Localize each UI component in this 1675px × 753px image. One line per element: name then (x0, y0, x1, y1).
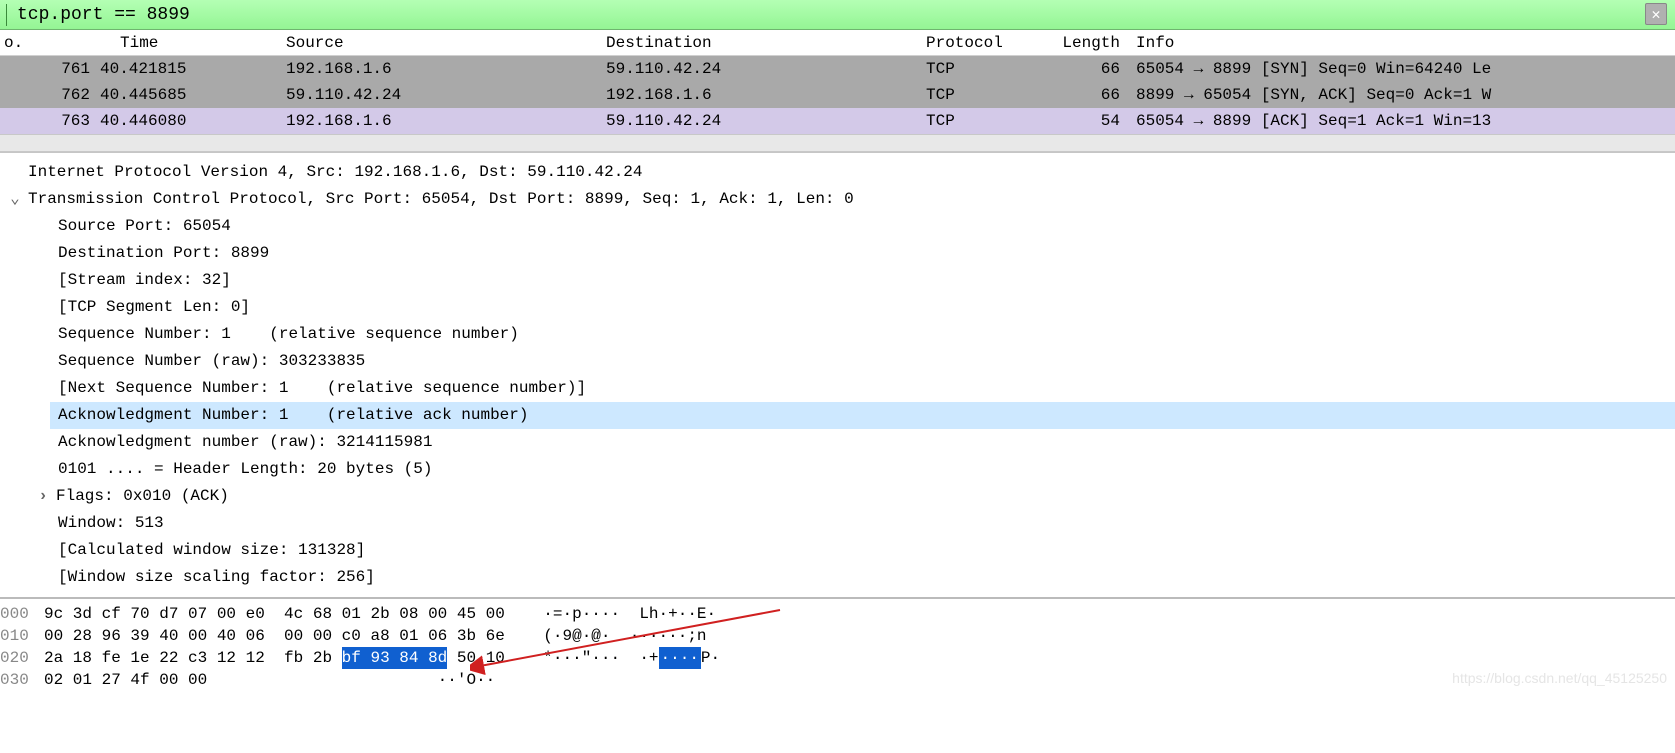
detail-field[interactable]: Destination Port: 8899 (0, 240, 1675, 267)
col-header-no[interactable]: o. (0, 34, 60, 52)
packet-bytes-pane[interactable]: 000 9c 3d cf 70 d7 07 00 e0 4c 68 01 2b … (0, 599, 1675, 691)
packet-row[interactable]: 763 40.446080 192.168.1.6 59.110.42.24 T… (0, 108, 1675, 134)
hex-bytes: 02 01 27 4f 00 00 (44, 669, 207, 691)
col-header-protocol[interactable]: Protocol (920, 34, 1040, 52)
hex-ascii: *···"··· ·+ (505, 647, 659, 669)
packet-row[interactable]: 762 40.445685 59.110.42.24 192.168.1.6 T… (0, 82, 1675, 108)
display-filter-bar[interactable]: tcp.port == 8899 ✕ (0, 0, 1675, 30)
detail-field[interactable]: Acknowledgment number (raw): 3214115981 (0, 429, 1675, 456)
hex-bytes: fb 2b (265, 647, 342, 669)
detail-field[interactable]: Sequence Number: 1 (relative sequence nu… (0, 321, 1675, 348)
cell-no: 762 (0, 86, 100, 104)
hex-bytes: 00 28 96 39 40 00 40 06 (44, 625, 265, 647)
cell-source: 192.168.1.6 (280, 112, 600, 130)
hex-offset: 020 (0, 647, 44, 669)
packet-details-pane[interactable]: Internet Protocol Version 4, Src: 192.16… (0, 152, 1675, 599)
filter-divider (6, 4, 7, 26)
packet-list-header: o. Time Source Destination Protocol Leng… (0, 30, 1675, 56)
detail-field[interactable]: [Next Sequence Number: 1 (relative seque… (0, 375, 1675, 402)
hex-offset: 000 (0, 603, 44, 625)
col-header-length[interactable]: Length (1040, 34, 1130, 52)
hex-row[interactable]: 010 00 28 96 39 40 00 40 06 00 00 c0 a8 … (0, 625, 1675, 647)
cell-source: 59.110.42.24 (280, 86, 600, 104)
cell-no: 761 (0, 60, 100, 78)
detail-field[interactable]: Source Port: 65054 (0, 213, 1675, 240)
hex-ascii: P· (701, 647, 720, 669)
detail-field[interactable]: [TCP Segment Len: 0] (0, 294, 1675, 321)
cell-protocol: TCP (920, 112, 1040, 130)
hex-offset: 010 (0, 625, 44, 647)
detail-field[interactable]: 0101 .... = Header Length: 20 bytes (5) (0, 456, 1675, 483)
cell-no: 763 (0, 112, 100, 130)
col-header-source[interactable]: Source (280, 34, 600, 52)
hex-ascii: (·9@·@· ······;n (505, 625, 707, 647)
hex-bytes-selected: bf 93 84 8d (342, 647, 448, 669)
hex-row[interactable]: 030 02 01 27 4f 00 00 ··'O·· (0, 669, 1675, 691)
cell-info: 65054 → 8899 [ACK] Seq=1 Ack=1 Win=13 (1130, 112, 1675, 130)
detail-flags[interactable]: Flags: 0x010 (ACK) (0, 483, 1675, 510)
cell-protocol: TCP (920, 86, 1040, 104)
detail-field[interactable]: [Stream index: 32] (0, 267, 1675, 294)
display-filter-text[interactable]: tcp.port == 8899 (17, 5, 190, 25)
hex-bytes: 9c 3d cf 70 d7 07 00 e0 (44, 603, 265, 625)
hex-row[interactable]: 020 2a 18 fe 1e 22 c3 12 12 fb 2b bf 93 … (0, 647, 1675, 669)
cell-protocol: TCP (920, 60, 1040, 78)
close-icon[interactable]: ✕ (1645, 3, 1667, 25)
detail-tcp-header[interactable]: ⌄Transmission Control Protocol, Src Port… (0, 186, 1675, 213)
hex-ascii: ·=·p···· Lh·+··E· (505, 603, 716, 625)
hex-bytes: 50 10 (447, 647, 505, 669)
cell-length: 66 (1040, 60, 1130, 78)
detail-ipv4[interactable]: Internet Protocol Version 4, Src: 192.16… (0, 159, 1675, 186)
cell-destination: 59.110.42.24 (600, 60, 920, 78)
col-header-time[interactable]: Time (60, 34, 280, 52)
cell-time: 40.421815 (100, 60, 280, 78)
hex-bytes: 4c 68 01 2b 08 00 45 00 (265, 603, 505, 625)
col-header-info[interactable]: Info (1130, 34, 1675, 52)
detail-field[interactable]: [Calculated window size: 131328] (0, 537, 1675, 564)
hex-bytes: 2a 18 fe 1e 22 c3 12 12 (44, 647, 265, 669)
col-header-destination[interactable]: Destination (600, 34, 920, 52)
detail-ack-highlight[interactable]: Acknowledgment Number: 1 (relative ack n… (0, 402, 1675, 429)
cell-length: 66 (1040, 86, 1130, 104)
cell-info: 8899 → 65054 [SYN, ACK] Seq=0 Ack=1 W (1130, 86, 1675, 104)
chevron-down-icon[interactable]: ⌄ (8, 186, 22, 213)
cell-length: 54 (1040, 112, 1130, 130)
hex-ascii: ··'O·· (207, 669, 495, 691)
detail-field[interactable]: Window: 513 (0, 510, 1675, 537)
cell-time: 40.445685 (100, 86, 280, 104)
hex-bytes: 00 00 c0 a8 01 06 3b 6e (265, 625, 505, 647)
detail-field[interactable]: Sequence Number (raw): 303233835 (0, 348, 1675, 375)
hex-ascii-selected: ···· (659, 647, 701, 669)
hex-row[interactable]: 000 9c 3d cf 70 d7 07 00 e0 4c 68 01 2b … (0, 603, 1675, 625)
detail-field[interactable]: [Window size scaling factor: 256] (0, 564, 1675, 591)
packet-list-scrollbar[interactable] (0, 134, 1675, 152)
cell-source: 192.168.1.6 (280, 60, 600, 78)
watermark-text: https://blog.csdn.net/qq_45125250 (1452, 667, 1667, 689)
cell-destination: 59.110.42.24 (600, 112, 920, 130)
cell-destination: 192.168.1.6 (600, 86, 920, 104)
hex-offset: 030 (0, 669, 44, 691)
cell-time: 40.446080 (100, 112, 280, 130)
packet-row[interactable]: 761 40.421815 192.168.1.6 59.110.42.24 T… (0, 56, 1675, 82)
cell-info: 65054 → 8899 [SYN] Seq=0 Win=64240 Le (1130, 60, 1675, 78)
chevron-right-icon[interactable] (36, 483, 50, 510)
